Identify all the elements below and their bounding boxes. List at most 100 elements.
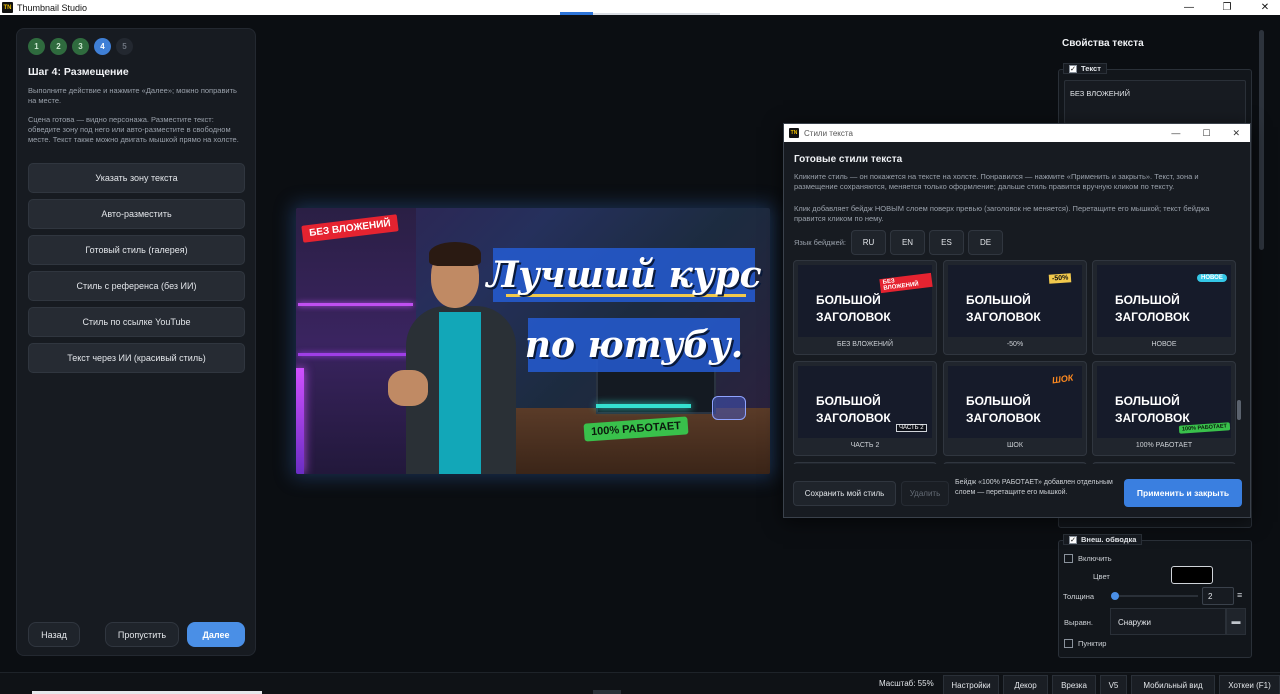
step-2[interactable]: 2 (50, 38, 67, 55)
inset-button[interactable]: Врезка (1052, 675, 1096, 694)
style-tile[interactable]: БОЛЬШОЙ ЗАГОЛОВОК БЕЗ ВЛОЖЕНИЙ БЕЗ ВЛОЖЕ… (793, 260, 937, 355)
style-tile[interactable]: БОЛЬШОЙ ЗАГОЛОВОК -50% -50% (943, 260, 1087, 355)
app-logo-icon: TN (2, 2, 13, 13)
style-from-reference-button[interactable]: Стиль с референса (без ИИ) (28, 271, 245, 301)
align-label: Выравн. (1064, 618, 1093, 627)
tile-heading: БОЛЬШОЙ (1115, 394, 1180, 408)
text-group-tab[interactable]: ✓ Текст (1063, 63, 1107, 74)
dialog-heading: Готовые стили текста (794, 154, 903, 165)
neon-strip (298, 353, 413, 356)
outline-color-swatch[interactable] (1171, 566, 1213, 584)
window-controls: — ❐ ✕ (1182, 0, 1272, 15)
skip-button[interactable]: Пропустить (105, 622, 179, 647)
tile-heading: ЗАГОЛОВОК (816, 411, 891, 425)
badge-language-label: Язык бейджей: (794, 238, 847, 247)
person-shirt (439, 312, 481, 474)
width-label: Толщина (1063, 592, 1095, 601)
dialog-minimize-icon[interactable]: — (1171, 128, 1180, 138)
style-preview: БОЛЬШОЙ ЗАГОЛОВОК БЕЗ ВЛОЖЕНИЙ (798, 265, 933, 337)
tile-label: НОВОЕ (1151, 341, 1177, 348)
tile-heading: БОЛЬШОЙ (816, 394, 881, 408)
person-hair (429, 242, 481, 266)
neon-light (296, 368, 304, 474)
tile-badge: БЕЗ ВЛОЖЕНИЙ (879, 272, 933, 294)
ai-text-button[interactable]: Текст через ИИ (красивый стиль) (28, 343, 245, 373)
lang-ru-button[interactable]: RU (851, 230, 886, 255)
maximize-icon[interactable]: ❐ (1220, 2, 1234, 13)
dashed-label: Пунктир (1078, 639, 1107, 648)
decor-button[interactable]: Декор (1003, 675, 1048, 694)
badge-added-note: Бейдж «100% РАБОТАЕТ» добавлен отдельным… (955, 479, 1113, 496)
style-tile[interactable]: БОЛЬШОЙ ЗАГОЛОВОК ЧАСТЬ 2 ЧАСТЬ 2 (793, 361, 937, 456)
text-checkbox[interactable]: ✓ (1069, 64, 1077, 73)
titlebar-accent (560, 12, 593, 15)
tile-heading: БОЛЬШОЙ (966, 394, 1031, 408)
style-tile[interactable]: БОЛЬШОЙ ЗАГОЛОВОК НОВОЕ НОВОЕ (1092, 260, 1236, 355)
dialog-close-icon[interactable]: ✕ (1232, 128, 1240, 139)
step-3[interactable]: 3 (72, 38, 89, 55)
outline-group-tab[interactable]: ✓ Внеш. обводка (1063, 534, 1143, 545)
style-preview: БОЛЬШОЙ ЗАГОЛОВОК -50% (948, 265, 1082, 337)
dashed-checkbox[interactable] (1064, 639, 1073, 648)
auto-place-button[interactable]: Авто-разместить (28, 199, 245, 229)
mobile-view-button[interactable]: Мобильный вид (1131, 675, 1215, 694)
align-dropdown-icon[interactable]: ▬ (1226, 608, 1246, 635)
tile-heading: ЗАГОЛОВОК (1115, 310, 1190, 324)
width-spinbox[interactable]: 2 (1202, 587, 1234, 605)
tile-heading: ЗАГОЛОВОК (966, 310, 1041, 324)
lang-de-button[interactable]: DE (968, 230, 1003, 255)
set-text-zone-button[interactable]: Указать зону текста (28, 163, 245, 193)
tile-label: 100% РАБОТАЕТ (1135, 442, 1193, 449)
tile-badge: НОВОЕ (1197, 274, 1227, 282)
tile-label: БЕЗ ВЛОЖЕНИЙ (836, 341, 893, 348)
enable-outline-checkbox[interactable] (1064, 554, 1073, 563)
v5-button[interactable]: V5 (1100, 675, 1127, 694)
style-gallery-button[interactable]: Готовый стиль (галерея) (28, 235, 245, 265)
color-label: Цвет (1093, 572, 1110, 581)
save-style-button[interactable]: Сохранить мой стиль (793, 481, 896, 506)
step-4[interactable]: 4 (94, 38, 111, 55)
canvas-title-line2[interactable]: по ютубу. (525, 318, 743, 372)
spin-arrows-icon[interactable]: ≡ (1237, 590, 1242, 600)
canvas-title-line1[interactable]: Лучший курс (486, 248, 761, 302)
text-group-label: Текст (1081, 64, 1101, 73)
close-icon[interactable]: ✕ (1258, 2, 1272, 13)
hotkeys-button[interactable]: Хоткеи (F1) (1219, 675, 1280, 694)
minimize-icon[interactable]: — (1182, 2, 1196, 13)
style-from-youtube-button[interactable]: Стиль по ссылке YouTube (28, 307, 245, 337)
style-preview: БОЛЬШОЙ ЗАГОЛОВОК ШОК (948, 366, 1082, 438)
style-preview: БОЛЬШОЙ ЗАГОЛОВОК 100% РАБОТАЕТ (1097, 366, 1231, 438)
align-select[interactable]: Снаружи (1110, 608, 1226, 635)
next-button[interactable]: Далее (187, 622, 245, 647)
tile-heading: ЗАГОЛОВОК (966, 411, 1041, 425)
lang-en-button[interactable]: EN (890, 230, 925, 255)
step-5[interactable]: 5 (116, 38, 133, 55)
settings-button[interactable]: Настройки (943, 675, 999, 694)
outline-checkbox[interactable]: ✓ (1069, 535, 1077, 544)
thumbnail-canvas[interactable]: Лучший курс по ютубу. БЕЗ ВЛОЖЕНИЙ 100% … (296, 208, 770, 474)
back-button[interactable]: Назад (28, 622, 80, 647)
zoom-level: Масштаб: 55% (879, 679, 934, 688)
person-hand (388, 370, 428, 406)
lang-es-button[interactable]: ES (929, 230, 964, 255)
style-tile[interactable]: БОЛЬШОЙ ЗАГОЛОВОК 100% РАБОТАЕТ 100% РАБ… (1092, 361, 1236, 456)
tile-badge: ЧАСТЬ 2 (896, 424, 927, 432)
tile-heading: БОЛЬШОЙ (816, 293, 881, 307)
step-1[interactable]: 1 (28, 38, 45, 55)
step-title: Шаг 4: Размещение (28, 66, 129, 78)
tile-badge: -50% (1048, 273, 1072, 284)
properties-scrollbar[interactable] (1259, 30, 1264, 250)
dialog-maximize-icon[interactable]: ☐ (1202, 128, 1210, 139)
step-hint: Выполните действие и нажмите «Далее»; мо… (28, 86, 237, 105)
outline-group-label: Внеш. обводка (1081, 535, 1137, 544)
dialog-scrollbar[interactable] (1237, 400, 1241, 420)
style-tile[interactable]: БОЛЬШОЙ ЗАГОЛОВОК ШОК ШОК (943, 361, 1087, 456)
dialog-description: Кликните стиль — он покажется на тексте … (794, 172, 1199, 191)
apply-and-close-button[interactable]: Применить и закрыть (1124, 479, 1242, 507)
taskbar-strip (593, 690, 621, 694)
width-slider-track[interactable] (1112, 595, 1198, 597)
delete-style-button[interactable]: Удалить (901, 481, 949, 506)
width-slider-handle[interactable] (1111, 592, 1119, 600)
text-content-input[interactable]: БЕЗ ВЛОЖЕНИЙ (1064, 80, 1246, 124)
style-preview: БОЛЬШОЙ ЗАГОЛОВОК НОВОЕ (1097, 265, 1231, 337)
